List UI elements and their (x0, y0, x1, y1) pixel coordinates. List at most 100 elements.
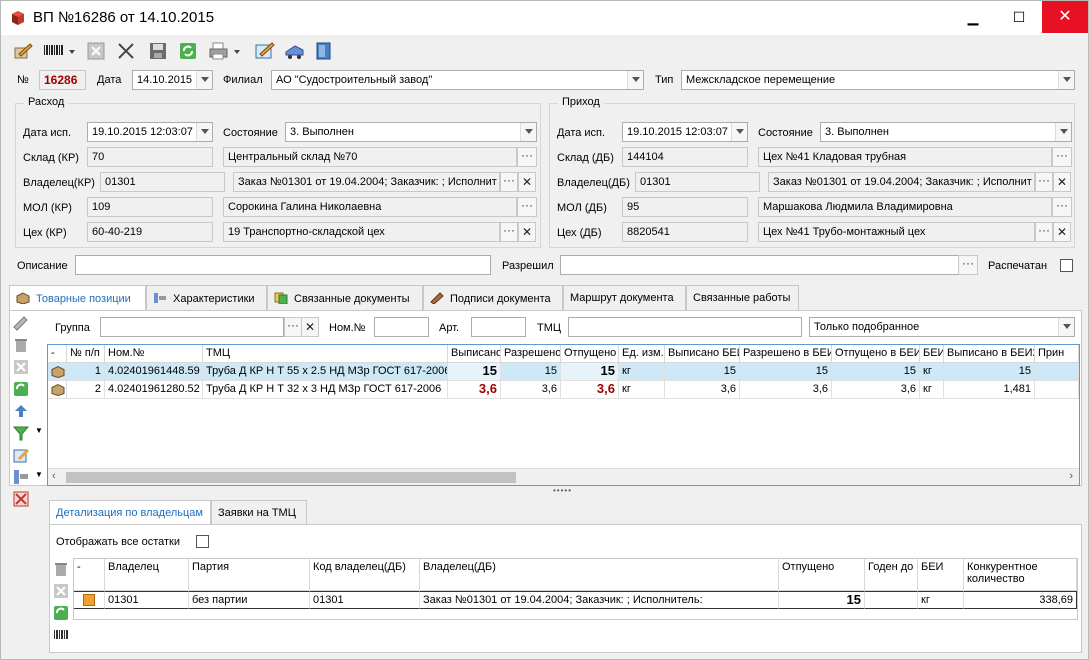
column-header[interactable]: - (48, 345, 67, 363)
income-warehouse-ellipsis-button[interactable]: ··· (1052, 147, 1072, 167)
column-header[interactable]: Отпущено в БЕИ (832, 345, 920, 363)
expense-state-dropdown-icon[interactable] (520, 123, 536, 141)
tab-tmc-requests[interactable]: Заявки на ТМЦ (211, 500, 307, 525)
column-header[interactable]: № п/п (67, 345, 105, 363)
filter-icon[interactable] (13, 425, 29, 441)
barcode-button[interactable] (41, 39, 77, 63)
column-header[interactable]: БЕИ (920, 345, 944, 363)
edit-form-button[interactable] (253, 39, 275, 63)
column-header[interactable]: Выписано в БЕИ2 (944, 345, 1035, 363)
tab-goods[interactable]: Товарные позиции (9, 285, 146, 312)
income-owner-ellipsis-button[interactable]: ··· (1035, 172, 1053, 192)
column-header[interactable]: Партия (189, 559, 310, 591)
sort-arrows-icon[interactable] (13, 403, 29, 419)
income-date-field[interactable]: 19.10.2015 12:03:07 (622, 122, 748, 142)
cancel-square-icon[interactable] (13, 359, 29, 375)
group-filter-input[interactable] (100, 317, 284, 337)
document-date-field[interactable]: 14.10.2015 (132, 70, 213, 90)
columns-dropdown-icon[interactable]: ▼ (35, 470, 43, 479)
expense-owner-ellipsis-button[interactable]: ··· (500, 172, 518, 192)
column-header[interactable]: Ед. изм. (619, 345, 665, 363)
income-date-dropdown-icon[interactable] (731, 123, 747, 141)
refresh-icon[interactable] (53, 605, 69, 621)
exit-button[interactable] (313, 39, 335, 63)
income-shop-ellipsis-button[interactable]: ··· (1035, 222, 1053, 242)
expense-date-field[interactable]: 19.10.2015 12:03:07 (87, 122, 213, 142)
horizontal-scrollbar[interactable]: ‹ › (48, 468, 1079, 485)
column-header[interactable]: Код владелец(ДБ) (310, 559, 420, 591)
column-header[interactable]: Ном.№ (105, 345, 203, 363)
cancel-square-icon[interactable] (53, 583, 69, 599)
save-button[interactable] (147, 39, 169, 63)
delete-button[interactable] (115, 39, 137, 63)
branch-select[interactable]: АО "Судостроительный завод" (271, 70, 644, 90)
barcode-icon[interactable] (53, 627, 69, 643)
column-header[interactable]: Владелец (105, 559, 189, 591)
column-header[interactable]: Разрешено в БЕИ (740, 345, 832, 363)
pencil-edit-icon[interactable] (13, 315, 29, 331)
expense-date-dropdown-icon[interactable] (196, 123, 212, 141)
column-header[interactable]: Конкурентное количество (964, 559, 1077, 591)
column-header[interactable]: Выписано (448, 345, 501, 363)
refresh-icon[interactable] (13, 381, 29, 397)
branch-dropdown-icon[interactable] (627, 71, 643, 89)
income-mol-ellipsis-button[interactable]: ··· (1052, 197, 1072, 217)
column-header[interactable]: Годен до (865, 559, 918, 591)
clear-filter-icon[interactable] (13, 491, 29, 507)
tab-characteristics[interactable]: Характеристики (146, 285, 267, 311)
filter-dropdown-icon[interactable]: ▼ (35, 426, 43, 435)
owner-checkbox[interactable] (83, 594, 95, 606)
splitter-handle[interactable]: ••••• (553, 486, 572, 495)
tab-linked-works[interactable]: Связанные работы (686, 285, 799, 311)
trash-icon[interactable] (13, 337, 29, 353)
income-state-select[interactable]: 3. Выполнен (820, 122, 1072, 142)
income-owner-clear-button[interactable]: ✕ (1053, 172, 1071, 192)
transport-button[interactable] (283, 39, 305, 63)
group-clear-button[interactable]: ✕ (301, 317, 319, 337)
tab-linked-docs[interactable]: Связанные документы (267, 285, 423, 311)
column-header[interactable]: Отпущено (779, 559, 865, 591)
form-edit-icon[interactable] (13, 447, 29, 463)
column-header[interactable]: Выписано БЕИ (665, 345, 740, 363)
cancel-doc-button[interactable] (85, 39, 107, 63)
column-header[interactable]: - (74, 559, 105, 591)
print-button[interactable] (207, 39, 243, 63)
trash-icon[interactable] (53, 561, 69, 577)
expense-warehouse-ellipsis-button[interactable]: ··· (517, 147, 537, 167)
minimize-button[interactable]: ▁ (950, 1, 996, 33)
art-filter-input[interactable] (471, 317, 526, 337)
column-header[interactable]: Владелец(ДБ) (420, 559, 779, 591)
column-header[interactable]: Прин (1035, 345, 1079, 363)
type-dropdown-icon[interactable] (1058, 71, 1074, 89)
description-input[interactable] (75, 255, 491, 275)
approved-input[interactable] (560, 255, 960, 275)
nom-filter-input[interactable] (374, 317, 429, 337)
mode-dropdown-icon[interactable] (1058, 318, 1074, 336)
income-state-dropdown-icon[interactable] (1055, 123, 1071, 141)
scroll-left-icon[interactable]: ‹ (52, 470, 56, 482)
group-ellipsis-button[interactable]: ··· (284, 317, 302, 337)
tab-signatures[interactable]: Подписи документа (423, 285, 563, 311)
column-header[interactable]: ТМЦ (203, 345, 448, 363)
column-header[interactable]: БЕИ (918, 559, 964, 591)
scroll-right-icon[interactable]: › (1069, 470, 1073, 482)
column-header[interactable]: Отпущено (561, 345, 619, 363)
approved-ellipsis-button[interactable]: ··· (958, 255, 978, 275)
printed-checkbox[interactable] (1060, 259, 1073, 272)
date-dropdown-icon[interactable] (196, 71, 212, 89)
tmc-filter-input[interactable] (568, 317, 802, 337)
income-shop-clear-button[interactable]: ✕ (1053, 222, 1071, 242)
expense-state-select[interactable]: 3. Выполнен (285, 122, 537, 142)
maximize-button[interactable]: ☐ (996, 1, 1042, 33)
expense-shop-ellipsis-button[interactable]: ··· (500, 222, 518, 242)
type-select[interactable]: Межскладское перемещение (681, 70, 1075, 90)
column-header[interactable]: Разрешено (501, 345, 561, 363)
mode-select[interactable]: Только подобранное (809, 317, 1075, 337)
expense-shop-clear-button[interactable]: ✕ (518, 222, 536, 242)
tab-owner-details[interactable]: Детализация по владельцам (49, 500, 211, 525)
edit-doc-button[interactable] (11, 39, 33, 63)
refresh-button[interactable] (177, 39, 199, 63)
expense-owner-clear-button[interactable]: ✕ (518, 172, 536, 192)
columns-icon[interactable] (13, 469, 29, 485)
close-button[interactable]: ✕ (1042, 1, 1088, 33)
